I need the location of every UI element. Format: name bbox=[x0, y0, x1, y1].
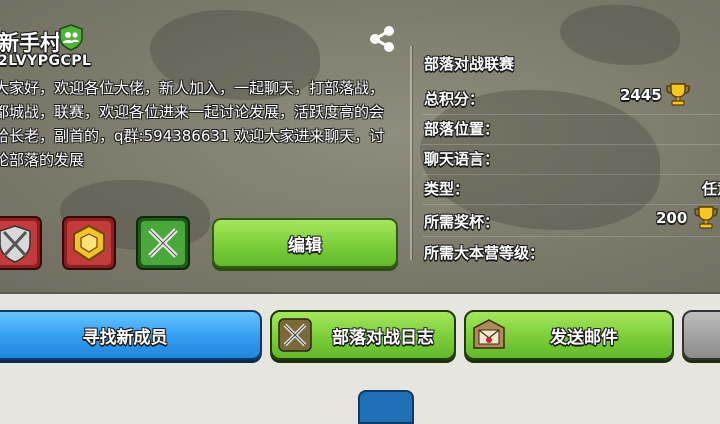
share-icon[interactable] bbox=[366, 24, 398, 54]
crossed-swords-icon bbox=[278, 318, 312, 352]
clan-members-badge-icon bbox=[59, 24, 83, 51]
send-mail-label: 发送邮件 bbox=[550, 327, 618, 348]
crossed-swords-shield-icon bbox=[0, 216, 42, 270]
clan-description: 大家好，欢迎各位大佬，新人加入，一起聊天，打部落战，都城战，联赛，欢迎各位进来一… bbox=[0, 79, 385, 169]
envelope-icon bbox=[473, 319, 505, 349]
send-mail-button[interactable]: 发送邮件 bbox=[464, 310, 674, 360]
total-points-value: 2445 bbox=[620, 86, 662, 104]
type-label: 类型： bbox=[424, 180, 470, 198]
type-value: 任意 bbox=[702, 180, 720, 198]
panel-divider bbox=[410, 46, 412, 260]
gold-crest-icon bbox=[62, 216, 116, 270]
find-new-members-label: 寻找新成员 bbox=[82, 327, 168, 348]
more-options-button[interactable] bbox=[682, 310, 720, 360]
map-decoration bbox=[560, 5, 680, 65]
required-trophies-value: 200 bbox=[656, 209, 688, 227]
row-divider bbox=[422, 174, 720, 175]
trophy-icon bbox=[694, 206, 718, 229]
war-log-label: 部落对战日志 bbox=[332, 327, 434, 348]
clan-tag: 2LVYPGCPL bbox=[0, 53, 92, 69]
clan-info-panel: 新手村 2LVYPGCPL 大家好，欢迎各位大佬，新人加入，一起聊天，打部落战，… bbox=[0, 0, 720, 294]
row-divider bbox=[422, 236, 720, 237]
bottom-tab[interactable] bbox=[358, 390, 414, 424]
location-label: 部落位置： bbox=[424, 120, 500, 138]
green-swords-icon bbox=[136, 216, 190, 270]
row-divider bbox=[422, 204, 720, 205]
trophy-icon bbox=[666, 83, 690, 106]
language-label: 聊天语言： bbox=[424, 150, 500, 168]
war-log-button[interactable]: 部落对战日志 bbox=[270, 310, 456, 360]
war-league-title: 部落对战联赛 bbox=[424, 55, 515, 73]
row-divider bbox=[422, 114, 720, 115]
find-new-members-button[interactable]: 寻找新成员 bbox=[0, 310, 262, 360]
row-divider bbox=[422, 144, 720, 145]
required-th-label: 所需大本营等级： bbox=[424, 244, 545, 262]
edit-button[interactable]: 编辑 bbox=[212, 218, 398, 268]
required-trophies-label: 所需奖杯： bbox=[424, 213, 500, 231]
total-points-label: 总积分： bbox=[424, 90, 485, 108]
